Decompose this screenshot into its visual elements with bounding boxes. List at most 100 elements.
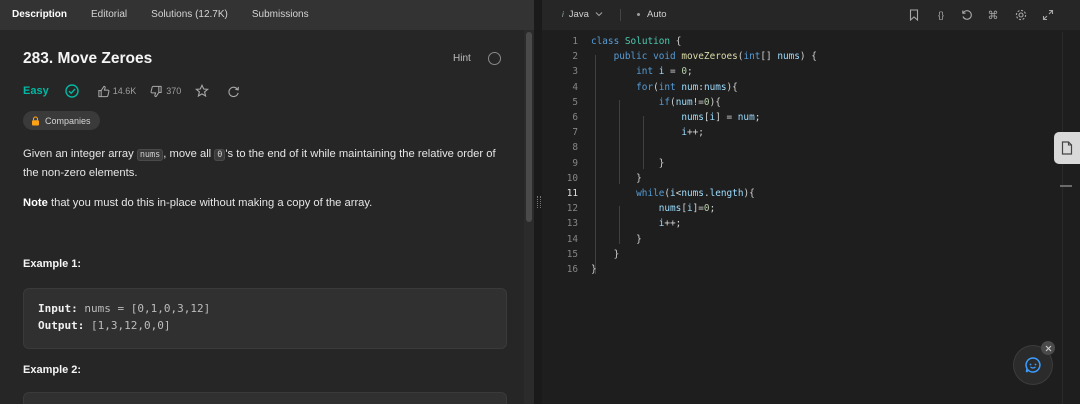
line-number: 4 (572, 81, 578, 93)
code-text: nums[i]=0; (658, 203, 716, 215)
line-number: 2 (572, 51, 578, 63)
like-count: 14.6K (112, 86, 137, 96)
code-text: while(i<nums.length){ (636, 188, 755, 199)
tab-description[interactable]: Description (0, 0, 79, 30)
description-text: Given an integer array (23, 148, 137, 160)
code-line[interactable]: 6 nums[i] = num; (546, 110, 1062, 125)
code-text: for(int num:nums){ (636, 81, 738, 93)
problem-note: Note that you must do this in-place with… (23, 195, 503, 211)
line-number: 15 (566, 248, 578, 260)
code-text: class Solution { (591, 36, 682, 47)
gear-icon[interactable] (1014, 8, 1028, 22)
line-number: 11 (566, 188, 578, 199)
code-line[interactable]: 1 class Solution { (546, 34, 1062, 49)
expand-icon[interactable] (1041, 8, 1055, 22)
example-1-box: Input: nums = [0,1,0,3,12] Output: [1,3,… (23, 288, 507, 349)
code-line[interactable]: 15 } (546, 247, 1062, 262)
code-text: public void moveZeroes(int[] nums) { (613, 51, 817, 63)
panel-splitter[interactable] (534, 0, 542, 404)
code-line[interactable]: 9 } (546, 156, 1062, 171)
thumbs-up-icon[interactable] (97, 85, 110, 98)
input-value: nums = [0,1,0,3,12] (84, 302, 211, 315)
hint-button[interactable]: Hint (453, 53, 471, 64)
autosave-mode[interactable]: Auto (637, 9, 667, 20)
language-label: Java (568, 9, 589, 20)
line-number: 14 (566, 233, 578, 245)
code-text: } (591, 157, 665, 169)
more-options-icon[interactable] (488, 52, 501, 65)
problem-tabs: Description Editorial Solutions (12.7K) … (0, 0, 534, 30)
mode-label: Auto (647, 9, 667, 20)
line-number: 6 (572, 112, 578, 123)
code-line[interactable]: 13 i++; (546, 216, 1062, 231)
companies-label: Companies (45, 115, 91, 126)
tab-editorial[interactable]: Editorial (79, 0, 139, 30)
scrollbar-position-marker (1060, 185, 1072, 187)
note-bold: Note (23, 197, 48, 209)
code-line[interactable]: 10 } (546, 171, 1062, 186)
dislike-count: 370 (166, 86, 182, 96)
companies-tag[interactable]: Companies (23, 111, 100, 130)
info-icon: i (562, 10, 564, 19)
reset-icon[interactable] (960, 8, 974, 22)
format-braces-icon[interactable]: {} (934, 8, 948, 22)
line-number: 1 (572, 36, 578, 47)
code-text: i++; (658, 218, 682, 230)
line-number: 3 (572, 66, 578, 78)
code-text: int i = 0; (636, 66, 693, 78)
code-line[interactable]: 5 if(num!=0){ (546, 95, 1062, 110)
language-select[interactable]: i Java (562, 9, 603, 20)
code-editor[interactable]: 1 class Solution { 2 public void moveZeroe… (546, 32, 1062, 404)
example-1-output: Output: [1,3,12,0,0] (38, 319, 170, 332)
line-number: 8 (572, 142, 578, 154)
drag-handle-icon[interactable] (537, 196, 541, 208)
chevron-down-icon (595, 9, 603, 20)
thumbs-down-icon[interactable] (150, 85, 163, 98)
difficulty-badge: Easy (23, 85, 49, 97)
code-text: if(num!=0){ (658, 96, 721, 108)
editor-scrollbar[interactable] (1062, 32, 1080, 404)
code-line[interactable]: 8 (546, 140, 1062, 155)
line-number: 12 (566, 203, 578, 215)
code-line[interactable]: 3 int i = 0; (546, 64, 1062, 79)
line-number: 5 (572, 96, 578, 108)
code-text: i++; (681, 127, 704, 139)
tab-submissions[interactable]: Submissions (240, 0, 321, 30)
problem-panel: Description Editorial Solutions (12.7K) … (0, 0, 534, 404)
code-line[interactable]: 14 } (546, 232, 1062, 247)
line-number: 13 (566, 218, 578, 230)
inline-code-zero: 0 (214, 149, 226, 161)
close-icon[interactable] (1041, 341, 1055, 355)
code-line[interactable]: 2 public void moveZeroes(int[] nums) { (546, 49, 1062, 64)
scrollbar-thumb[interactable] (526, 32, 532, 222)
example-2-box (23, 392, 507, 404)
bookmark-icon[interactable] (907, 8, 921, 22)
problem-title: 283. Move Zeroes (23, 50, 153, 67)
description-scrollbar[interactable] (524, 30, 534, 404)
code-line[interactable]: 11 while(i<nums.length){ (546, 186, 1062, 201)
line-number: 9 (572, 157, 578, 169)
share-icon[interactable] (227, 85, 240, 98)
code-text: } (591, 264, 597, 275)
inline-code-nums: nums (136, 149, 164, 161)
check-circle-icon (65, 84, 79, 98)
output-value: [1,3,12,0,0] (90, 319, 171, 332)
code-line[interactable]: 12 nums[i]=0; (546, 201, 1062, 216)
tab-solutions[interactable]: Solutions (12.7K) (139, 0, 240, 30)
code-line[interactable]: 7 i++; (546, 125, 1062, 140)
chat-icon (1025, 357, 1041, 373)
editor-toolbar: i Java Auto {} ⌘ (542, 0, 1080, 30)
notes-side-button[interactable] (1054, 132, 1080, 164)
shortcut-command-icon[interactable]: ⌘ (986, 8, 1000, 22)
note-text: that you must do this in-place without m… (47, 197, 373, 209)
code-line[interactable]: 4 for(int num:nums){ (546, 80, 1062, 95)
code-text: nums[i] = num; (681, 112, 761, 123)
description-text: , move all (163, 148, 215, 160)
problem-description: Given an integer array nums, move all 0 '… (23, 145, 503, 182)
star-icon[interactable] (195, 84, 210, 98)
code-text: } (591, 248, 620, 260)
code-text: } (591, 233, 642, 245)
code-text: } (591, 172, 642, 184)
code-panel: i Java Auto {} ⌘ 1 class Solution {2 pu… (542, 0, 1080, 404)
code-line[interactable]: 16} (546, 262, 1062, 277)
